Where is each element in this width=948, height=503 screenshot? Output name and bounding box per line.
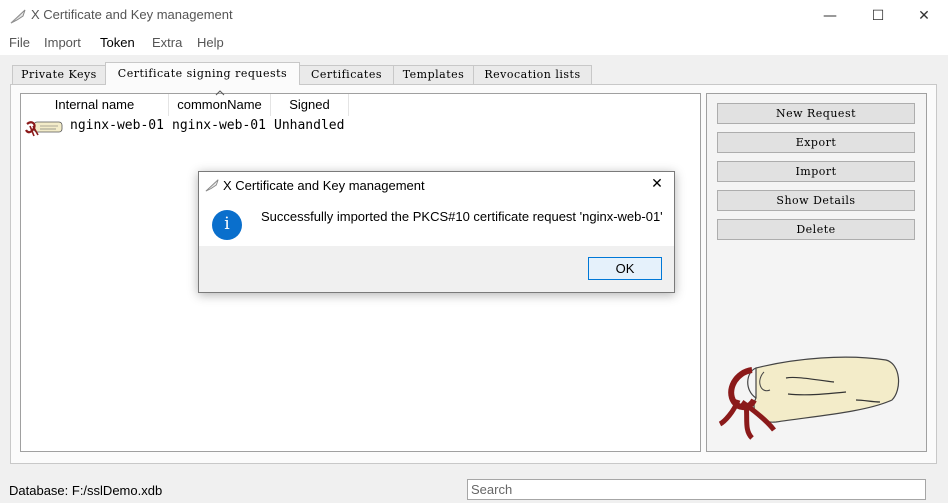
message-dialog: X Certificate and Key management ✕ i Suc… (198, 171, 675, 293)
search-input[interactable] (467, 479, 926, 500)
cell-internal-name: nginx-web-01 (70, 118, 164, 133)
cell-signed: Unhandled (274, 118, 345, 133)
menu-token[interactable]: Token (100, 35, 135, 50)
menu-help[interactable]: Help (197, 35, 224, 50)
database-path: Database: F:/sslDemo.xdb (9, 483, 163, 498)
delete-button[interactable]: Delete (717, 219, 915, 240)
menu-extra[interactable]: Extra (152, 35, 182, 50)
dialog-message: Successfully imported the PKCS#10 certif… (261, 209, 663, 224)
sort-indicator-icon (215, 90, 225, 96)
close-window-button[interactable]: ✕ (901, 0, 947, 31)
scroll-icon (25, 121, 63, 137)
column-common-name[interactable]: commonName (169, 94, 271, 116)
ok-button[interactable]: OK (588, 257, 662, 280)
cell-common-name: nginx-web-01 (172, 118, 266, 133)
feather-pen-icon (10, 9, 26, 24)
tab-templates[interactable]: Templates (393, 65, 474, 84)
tab-revocation-lists[interactable]: Revocation lists (473, 65, 592, 84)
tab-private-keys[interactable]: Private Keys (12, 65, 106, 84)
show-details-button[interactable]: Show Details (717, 190, 915, 211)
column-internal-name[interactable]: Internal name (21, 94, 169, 116)
tab-certificate-signing-requests[interactable]: Certificate signing requests (105, 62, 300, 85)
menu-file[interactable]: File (9, 35, 30, 50)
dialog-title: X Certificate and Key management (223, 178, 425, 193)
scroll-logo (718, 356, 900, 440)
tab-certificates[interactable]: Certificates (299, 65, 394, 84)
feather-pen-icon (205, 179, 219, 192)
menu-bar (0, 31, 948, 55)
menu-import[interactable]: Import (44, 35, 81, 50)
column-signed[interactable]: Signed (271, 94, 349, 116)
info-glyph: i (224, 214, 230, 234)
import-button[interactable]: Import (717, 161, 915, 182)
new-request-button[interactable]: New Request (717, 103, 915, 124)
export-button[interactable]: Export (717, 132, 915, 153)
dialog-close-button[interactable]: ✕ (647, 176, 667, 194)
maximize-button[interactable]: ☐ (855, 0, 901, 31)
window-title: X Certificate and Key management (31, 7, 233, 22)
minimize-button[interactable]: — (807, 0, 853, 31)
